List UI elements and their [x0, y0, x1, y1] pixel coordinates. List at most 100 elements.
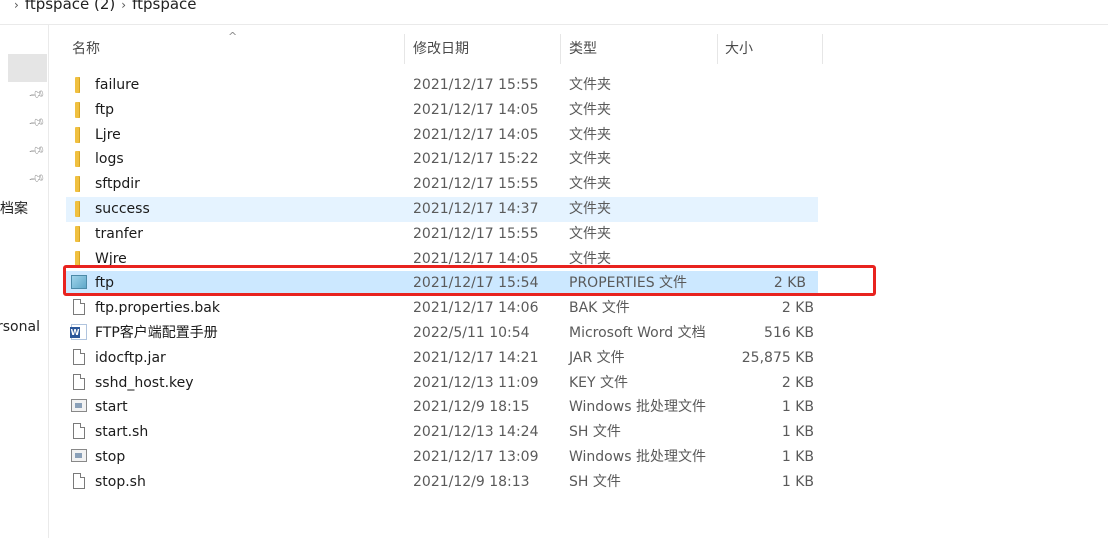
file-name: sftpdir: [95, 176, 140, 193]
folder-icon: [75, 126, 80, 143]
file-row[interactable]: stop 2021/12/17 13:09 Windows 批处理文件 1 KB: [66, 445, 826, 470]
file-type: 文件夹: [569, 176, 611, 193]
breadcrumb-item[interactable]: ftpspace: [132, 0, 196, 13]
navigation-pane: 📌︎ 📌︎ 📌︎ 📌︎ 档案 rsonal: [0, 24, 49, 538]
file-row[interactable]: logs 2021/12/17 15:22 文件夹: [66, 147, 826, 172]
file-row[interactable]: failure 2021/12/17 15:55 文件夹: [66, 73, 826, 98]
file-row[interactable]: Ljre 2021/12/17 14:05 文件夹: [66, 123, 826, 148]
file-type: BAK 文件: [569, 300, 630, 317]
file-modified-date: 2021/12/13 14:24: [413, 424, 539, 441]
file-type: Windows 批处理文件: [569, 448, 706, 465]
nav-item-label[interactable]: rsonal: [0, 319, 40, 335]
file-icon: [73, 472, 85, 489]
word-doc-icon: [70, 323, 87, 340]
file-type: SH 文件: [569, 424, 621, 441]
file-name: logs: [95, 151, 124, 168]
file-modified-date: 2021/12/17 14:37: [413, 200, 539, 217]
divider: [0, 24, 1108, 25]
file-name: tranfer: [95, 225, 143, 242]
column-divider[interactable]: [560, 34, 561, 64]
file-name: start: [95, 399, 128, 416]
pin-icon[interactable]: 📌︎: [28, 85, 47, 104]
file-row[interactable]: tranfer 2021/12/17 15:55 文件夹: [66, 222, 826, 247]
file-row[interactable]: ftp.properties.bak 2021/12/17 14:06 BAK 文件…: [66, 296, 826, 321]
file-name: stop: [95, 448, 126, 465]
file-type: 文件夹: [569, 101, 611, 118]
file-name: success: [95, 200, 150, 217]
file-row[interactable]: sshd_host.key 2021/12/13 11:09 KEY 文件 2 KB: [66, 371, 826, 396]
chevron-right-icon: ›: [14, 0, 19, 12]
file-icon: [73, 373, 85, 390]
batch-file-icon: [71, 399, 87, 413]
file-size: 1 KB: [781, 448, 814, 465]
file-modified-date: 2022/5/11 10:54: [413, 324, 530, 341]
file-name: sshd_host.key: [95, 374, 194, 391]
file-name: failure: [95, 77, 140, 93]
column-divider[interactable]: [822, 34, 823, 64]
file-name: start.sh: [95, 424, 149, 441]
chevron-right-icon: ›: [121, 0, 127, 12]
breadcrumb-item[interactable]: ftpspace (2): [25, 0, 115, 13]
file-size: 25,875 KB: [741, 349, 814, 366]
file-size: 516 KB: [764, 324, 814, 341]
file-type: KEY 文件: [569, 374, 629, 391]
batch-file-icon: [71, 448, 87, 462]
file-name: ftp.properties.bak: [95, 300, 220, 317]
breadcrumb: › ftpspace (2) › ftpspace: [0, 0, 197, 16]
file-modified-date: 2021/12/17 14:05: [413, 101, 539, 118]
column-header-date[interactable]: 修改日期: [413, 32, 469, 66]
file-icon: [73, 348, 85, 365]
pin-icon[interactable]: 📌︎: [28, 113, 47, 132]
file-type: SH 文件: [569, 473, 621, 490]
file-name: Ljre: [95, 126, 121, 143]
annotation-highlight-box: [63, 265, 876, 296]
file-modified-date: 2021/12/17 14:06: [413, 300, 539, 317]
file-type: Microsoft Word 文档: [569, 324, 706, 341]
file-type: 文件夹: [569, 225, 611, 242]
folder-icon: [75, 77, 80, 93]
file-row[interactable]: FTP客户端配置手册 2022/5/11 10:54 Microsoft Word …: [66, 321, 826, 346]
file-size: 1 KB: [781, 424, 814, 441]
file-type: 文件夹: [569, 151, 611, 168]
folder-icon: [75, 101, 80, 118]
file-row[interactable]: idocftp.jar 2021/12/17 14:21 JAR 文件 25,875 …: [66, 346, 826, 371]
file-type: Windows 批处理文件: [569, 399, 706, 416]
file-row[interactable]: start 2021/12/9 18:15 Windows 批处理文件 1 KB: [66, 395, 826, 420]
folder-icon: [75, 200, 80, 217]
file-modified-date: 2021/12/9 18:13: [413, 473, 530, 490]
file-modified-date: 2021/12/17 15:55: [413, 77, 539, 93]
column-header-name[interactable]: 名称: [72, 32, 100, 66]
file-size: 2 KB: [781, 300, 814, 317]
column-divider[interactable]: [717, 34, 718, 64]
pin-icon[interactable]: 📌︎: [28, 141, 47, 160]
file-modified-date: 2021/12/13 11:09: [413, 374, 539, 391]
file-row[interactable]: success 2021/12/17 14:37 文件夹: [66, 196, 818, 222]
column-header-type[interactable]: 类型: [569, 32, 597, 66]
pin-icon[interactable]: 📌︎: [28, 169, 47, 188]
file-modified-date: 2021/12/9 18:15: [413, 399, 530, 416]
file-name: ftp: [95, 101, 115, 118]
file-row[interactable]: sftpdir 2021/12/17 15:55 文件夹: [66, 172, 826, 197]
file-modified-date: 2021/12/17 14:05: [413, 126, 539, 143]
file-row[interactable]: ftp 2021/12/17 14:05 文件夹: [66, 98, 826, 123]
file-size: 1 KB: [781, 399, 814, 416]
file-modified-date: 2021/12/17 13:09: [413, 448, 539, 465]
file-row[interactable]: stop.sh 2021/12/9 18:13 SH 文件 1 KB: [66, 470, 826, 495]
file-modified-date: 2021/12/17 15:55: [413, 176, 539, 193]
file-modified-date: 2021/12/17 14:21: [413, 349, 539, 366]
file-name: idocftp.jar: [95, 349, 166, 366]
folder-icon: [75, 176, 80, 193]
file-name: stop.sh: [95, 473, 146, 490]
folder-icon: [75, 151, 80, 168]
file-row[interactable]: start.sh 2021/12/13 14:24 SH 文件 1 KB: [66, 420, 826, 445]
file-icon: [73, 299, 85, 316]
file-name: FTP客户端配置手册: [95, 324, 218, 341]
file-size: 2 KB: [781, 374, 814, 391]
nav-item-label[interactable]: 档案: [0, 198, 28, 218]
column-header-size[interactable]: 大小: [725, 32, 753, 66]
nav-selected-item[interactable]: [8, 54, 47, 82]
file-icon: [73, 423, 85, 440]
file-type: 文件夹: [569, 126, 611, 143]
folder-icon: [75, 225, 80, 242]
column-divider[interactable]: [404, 34, 405, 64]
